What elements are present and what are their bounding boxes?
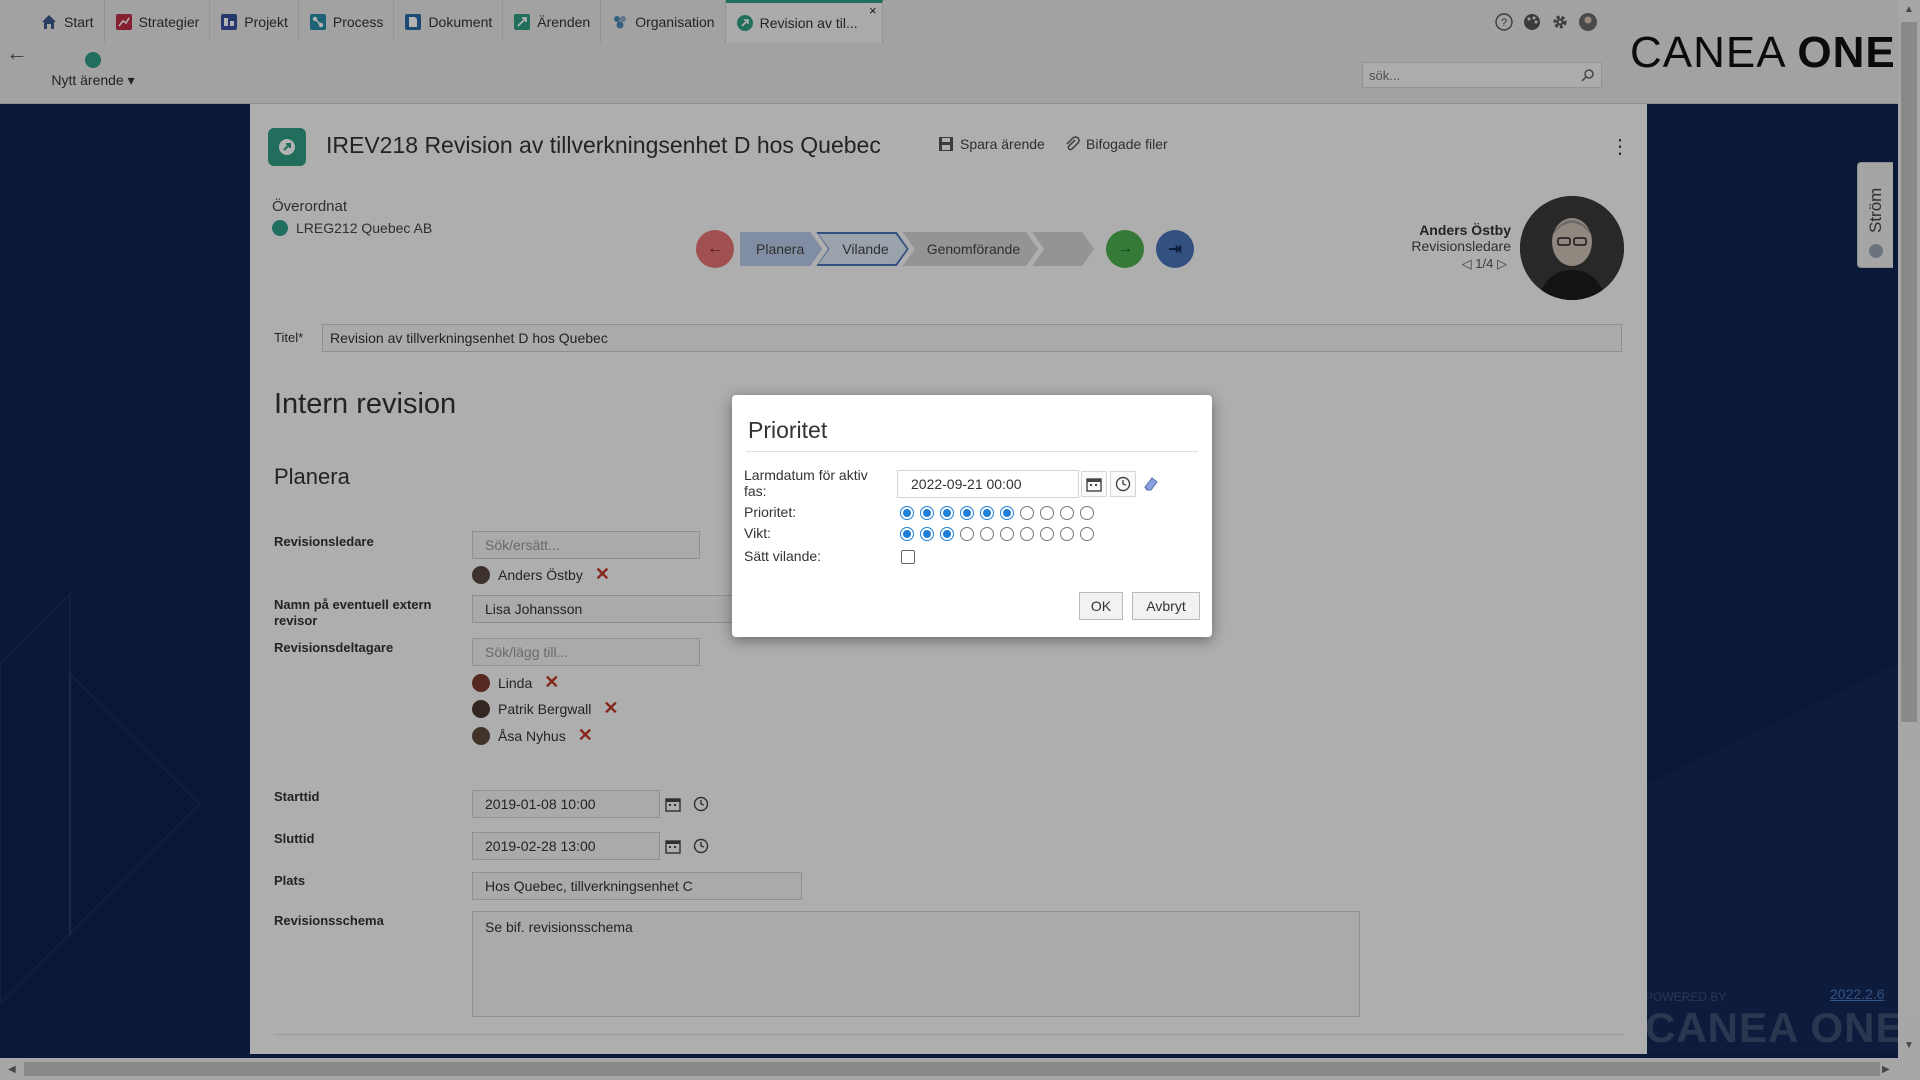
- priority-radio-9[interactable]: [1060, 506, 1074, 520]
- priority-radio-2[interactable]: [920, 506, 934, 520]
- priority-radio-7[interactable]: [1020, 506, 1034, 520]
- clock-icon[interactable]: [1110, 471, 1136, 497]
- weight-radio-10[interactable]: [1080, 527, 1094, 541]
- divider: [746, 451, 1198, 452]
- weight-radio-7[interactable]: [1020, 527, 1034, 541]
- priority-radio-1[interactable]: [900, 506, 914, 520]
- priority-radio-group: [900, 506, 1094, 520]
- priority-radio-4[interactable]: [960, 506, 974, 520]
- weight-radio-1[interactable]: [900, 527, 914, 541]
- priority-radio-10[interactable]: [1080, 506, 1094, 520]
- eraser-icon[interactable]: [1142, 474, 1160, 492]
- weight-radio-3[interactable]: [940, 527, 954, 541]
- priority-radio-8[interactable]: [1040, 506, 1054, 520]
- alarm-date-field[interactable]: 2022-09-21 00:00: [897, 470, 1079, 498]
- weight-radio-2[interactable]: [920, 527, 934, 541]
- idle-label: Sätt vilande:: [744, 548, 822, 564]
- dialog-title: Prioritet: [748, 417, 828, 443]
- calendar-icon[interactable]: [1081, 471, 1107, 497]
- weight-radio-group: [900, 527, 1094, 541]
- idle-checkbox[interactable]: [901, 550, 915, 564]
- weight-label: Vikt:: [744, 525, 771, 541]
- alarm-date-value: 2022-09-21 00:00: [911, 476, 1022, 492]
- weight-radio-6[interactable]: [1000, 527, 1014, 541]
- priority-radio-5[interactable]: [980, 506, 994, 520]
- priority-dialog: Prioritet Larmdatum för aktiv fas: 2022-…: [732, 395, 1212, 637]
- cancel-button[interactable]: Avbryt: [1132, 592, 1200, 620]
- ok-button[interactable]: OK: [1079, 592, 1123, 620]
- weight-radio-4[interactable]: [960, 527, 974, 541]
- priority-radio-3[interactable]: [940, 506, 954, 520]
- alarm-date-label: Larmdatum för aktiv fas:: [744, 467, 868, 499]
- weight-radio-5[interactable]: [980, 527, 994, 541]
- weight-radio-9[interactable]: [1060, 527, 1074, 541]
- priority-radio-6[interactable]: [1000, 506, 1014, 520]
- priority-label: Prioritet:: [744, 504, 797, 520]
- weight-radio-8[interactable]: [1040, 527, 1054, 541]
